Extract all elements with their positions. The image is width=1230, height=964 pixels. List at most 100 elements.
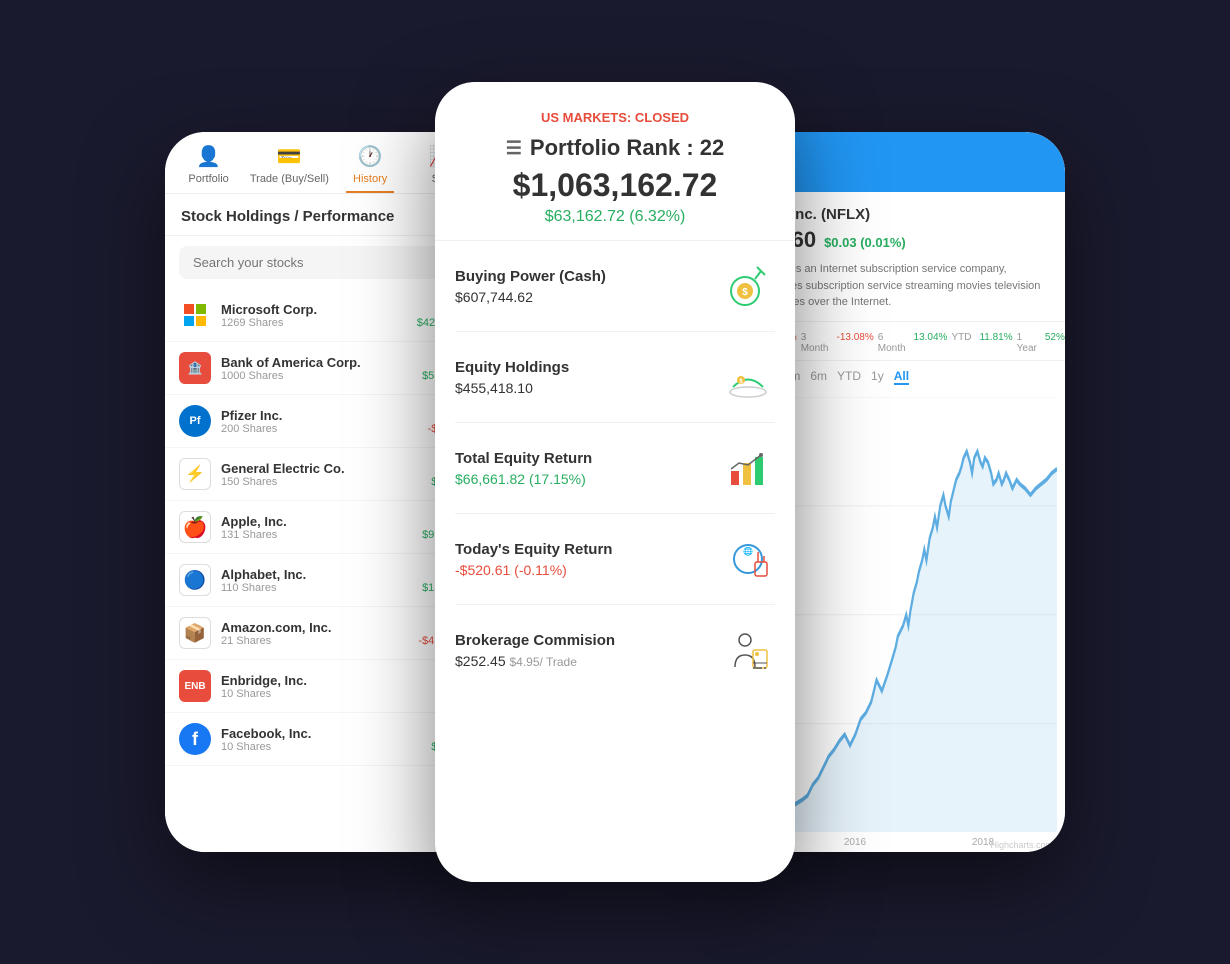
portfolio-icon: 👤 <box>196 144 221 169</box>
market-status-value: CLOSED <box>635 110 689 125</box>
history-icon: 🕐 <box>358 144 383 169</box>
stock-info: Enbridge, Inc. 10 Shares <box>221 673 443 700</box>
chart-watermark: Highcharts.com <box>990 840 1053 850</box>
metrics-list: Buying Power (Cash) $607,744.62 $ <box>435 241 795 882</box>
stock-shares: 10 Shares <box>221 741 431 753</box>
metric-label: Equity Holdings <box>455 359 569 376</box>
chart-svg <box>781 397 1057 833</box>
chart-tab-ytd[interactable]: YTD <box>837 369 861 385</box>
stock-shares: 110 Shares <box>221 582 422 594</box>
tab-history-label: History <box>353 173 387 185</box>
metric-value: $455,418.10 <box>455 380 569 396</box>
metric-label: Brokerage Commision <box>455 632 615 649</box>
period-label-ytd: YTD <box>951 332 971 354</box>
enb-logo: ENB <box>179 670 211 702</box>
portfolio-gain: $63,162.72 (6.32%) <box>455 208 775 226</box>
metric-label: Today's Equity Return <box>455 541 612 558</box>
metric-left: Brokerage Commision $252.45 $4.95/ Trade <box>455 632 615 669</box>
metric-left: Equity Holdings $455,418.10 <box>455 359 569 396</box>
equity-holdings-icon: $ <box>721 350 775 404</box>
stock-name: Bank of America Corp. <box>221 355 422 370</box>
brokerage-sub: $4.95/ Trade <box>510 655 577 669</box>
stock-detail-desc: x, Inc. is an Internet subscription serv… <box>761 261 1049 311</box>
stock-name: Alphabet, Inc. <box>221 567 422 582</box>
bac-logo: 🏦 <box>179 352 211 384</box>
stock-name: Microsoft Corp. <box>221 302 417 317</box>
stock-name: Amazon.com, Inc. <box>221 620 418 635</box>
stock-name: Facebook, Inc. <box>221 726 431 741</box>
stock-shares: 131 Shares <box>221 529 422 541</box>
stock-shares: 1269 Shares <box>221 317 417 329</box>
stock-shares: 10 Shares <box>221 688 443 700</box>
ge-logo: ⚡ <box>179 458 211 490</box>
metric-left: Total Equity Return $66,661.82 (17.15%) <box>455 450 592 487</box>
stock-info: Pfizer Inc. 200 Shares <box>221 408 428 435</box>
amzn-logo: 📦 <box>179 617 211 649</box>
metric-equity-holdings: Equity Holdings $455,418.10 $ <box>455 332 775 423</box>
svg-text:$: $ <box>742 287 748 298</box>
today-return-icon: 🌐 <box>721 532 775 586</box>
return-ytd: 11.81% <box>979 332 1012 354</box>
center-phone: US MARKETS: CLOSED ☰ Portfolio Rank : 22… <box>435 82 795 882</box>
market-header: US MARKETS: CLOSED ☰ Portfolio Rank : 22… <box>435 82 795 241</box>
portfolio-rank-label: Portfolio Rank : 22 <box>530 135 724 161</box>
scene: 👤 Portfolio 💳 Trade (Buy/Sell) 🕐 History… <box>165 52 1065 912</box>
chart-tab-all[interactable]: All <box>894 369 909 385</box>
chart-tab-1y[interactable]: 1y <box>871 369 884 385</box>
stock-detail-change: $0.03 (0.01%) <box>824 235 906 250</box>
metric-left: Today's Equity Return -$520.61 (-0.11%) <box>455 541 612 578</box>
stock-info: Microsoft Corp. 1269 Shares <box>221 302 417 329</box>
return-6m: 13.04% <box>914 332 948 354</box>
year-2016: 2016 <box>844 837 866 848</box>
stock-name: Apple, Inc. <box>221 514 422 529</box>
stock-name: Pfizer Inc. <box>221 408 428 423</box>
svg-text:🌐: 🌐 <box>743 546 753 556</box>
stock-info: Amazon.com, Inc. 21 Shares <box>221 620 418 647</box>
stock-name: General Electric Co. <box>221 461 431 476</box>
stock-info: General Electric Co. 150 Shares <box>221 461 431 488</box>
tab-trade-label: Trade (Buy/Sell) <box>250 173 329 185</box>
period-label-6m: 6 Month <box>878 332 906 354</box>
tab-history[interactable]: 🕐 History <box>340 144 400 193</box>
metric-total-return: Total Equity Return $66,661.82 (17.15%) <box>455 423 775 514</box>
metric-label: Buying Power (Cash) <box>455 268 606 285</box>
metric-label: Total Equity Return <box>455 450 592 467</box>
metric-buying-power: Buying Power (Cash) $607,744.62 $ <box>455 241 775 332</box>
stock-info: Apple, Inc. 131 Shares <box>221 514 422 541</box>
pfe-logo: Pf <box>179 405 211 437</box>
stock-info: Facebook, Inc. 10 Shares <box>221 726 431 753</box>
stock-detail-name: flix, Inc. (NFLX) <box>761 206 1049 223</box>
goog-logo: 🔵 <box>179 564 211 596</box>
stock-detail-price: 02.60 $0.03 (0.01%) <box>761 227 1049 253</box>
msft-logo <box>179 299 211 331</box>
metric-value: -$520.61 (-0.11%) <box>455 562 612 578</box>
metric-today-return: Today's Equity Return -$520.61 (-0.11%) … <box>455 514 775 605</box>
stock-shares: 21 Shares <box>221 635 418 647</box>
fb-logo: f <box>179 723 211 755</box>
stock-shares: 150 Shares <box>221 476 431 488</box>
portfolio-rank: ☰ Portfolio Rank : 22 <box>455 135 775 161</box>
metric-value: $252.45 $4.95/ Trade <box>455 653 615 669</box>
stock-info: Alphabet, Inc. 110 Shares <box>221 567 422 594</box>
market-status: US MARKETS: CLOSED <box>455 110 775 125</box>
stock-shares: 1000 Shares <box>221 370 422 382</box>
buying-power-icon: $ <box>721 259 775 313</box>
tab-trade[interactable]: 💳 Trade (Buy/Sell) <box>250 144 329 193</box>
stock-info: Bank of America Corp. 1000 Shares <box>221 355 422 382</box>
metric-value: $66,661.82 (17.15%) <box>455 471 592 487</box>
brokerage-main: $252.45 <box>455 653 510 669</box>
search-input[interactable] <box>179 246 471 279</box>
metric-value: $607,744.62 <box>455 289 606 305</box>
metric-brokerage: Brokerage Commision $252.45 $4.95/ Trade <box>455 605 775 695</box>
tab-portfolio[interactable]: 👤 Portfolio <box>179 144 239 193</box>
period-label-3m: 3 Month <box>801 332 829 354</box>
rank-icon: ☰ <box>506 138 522 159</box>
aapl-logo: 🍎 <box>179 511 211 543</box>
brokerage-icon <box>721 623 775 677</box>
trade-icon: 💳 <box>277 144 302 169</box>
stock-shares: 200 Shares <box>221 423 428 435</box>
chart-tab-6m[interactable]: 6m <box>810 369 827 385</box>
period-label-1y: 1 Year <box>1017 332 1037 354</box>
stock-name: Enbridge, Inc. <box>221 673 443 688</box>
tab-portfolio-label: Portfolio <box>188 173 228 185</box>
